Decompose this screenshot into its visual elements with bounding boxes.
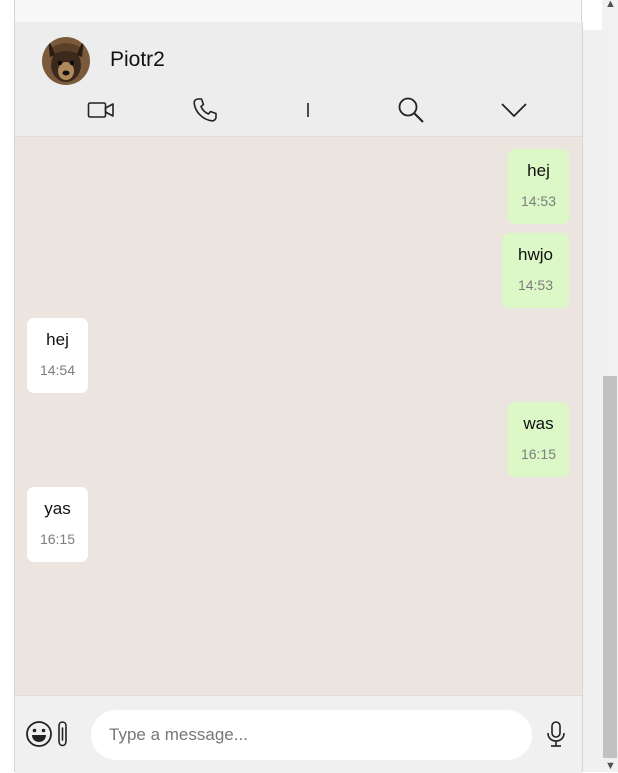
message-text: yas: [44, 499, 71, 518]
page-right-gutter: [582, 30, 602, 772]
message-time: 14:53: [520, 193, 557, 209]
scroll-up-arrow-icon[interactable]: ▲: [605, 0, 616, 10]
video-camera-icon: [87, 102, 114, 118]
video-call-button[interactable]: [83, 94, 119, 126]
message-composer: [15, 695, 582, 773]
smiley-icon: [26, 721, 52, 747]
scroll-down-arrow-icon[interactable]: ▼: [605, 760, 616, 772]
scroll-thumb[interactable]: [603, 376, 617, 758]
message-bubble[interactable]: hwjo 14:53: [502, 233, 569, 308]
chat-header: Piotr2: [15, 22, 582, 137]
contact-name: Piotr2: [110, 48, 165, 71]
voice-call-button[interactable]: [187, 94, 223, 126]
message-list[interactable]: hej 14:53 hwjo 14:53 hej 14:54 was 16:15…: [15, 137, 582, 694]
message-text: hej: [46, 330, 69, 349]
search-button[interactable]: [393, 94, 429, 126]
message-text: hej: [527, 161, 550, 180]
message-text: was: [523, 414, 554, 433]
microphone-icon: [547, 721, 565, 747]
previous-panel-edge: [14, 0, 582, 23]
page-scrollbar[interactable]: ▲ ▼: [602, 0, 618, 772]
separator-bar-icon: [307, 103, 309, 117]
message-time: 14:53: [517, 277, 554, 293]
message-input[interactable]: [91, 710, 532, 760]
message-text: hwjo: [518, 245, 553, 264]
message-time: 14:54: [39, 362, 76, 378]
header-divider: [290, 94, 326, 126]
message-bubble[interactable]: yas 16:15: [27, 487, 88, 562]
message-bubble[interactable]: was 16:15: [508, 402, 569, 477]
message-time: 16:15: [520, 446, 557, 462]
message-bubble[interactable]: hej 14:53: [508, 149, 569, 224]
search-icon: [398, 97, 424, 123]
chat-window: Piotr2 hej 14:53 hwjo 14:53 hej 14:54 wa…: [14, 22, 583, 773]
message-bubble[interactable]: hej 14:54: [27, 318, 88, 393]
phone-icon: [193, 98, 217, 122]
dog-avatar-icon: [42, 37, 90, 85]
attach-button[interactable]: [55, 720, 75, 750]
message-time: 16:15: [39, 531, 76, 547]
microphone-button[interactable]: [545, 720, 569, 750]
more-options-button[interactable]: [496, 94, 532, 126]
contact-avatar[interactable]: [42, 37, 90, 85]
chevron-down-icon: [501, 103, 527, 118]
emoji-button[interactable]: [25, 720, 55, 750]
paperclip-icon: [58, 721, 67, 747]
